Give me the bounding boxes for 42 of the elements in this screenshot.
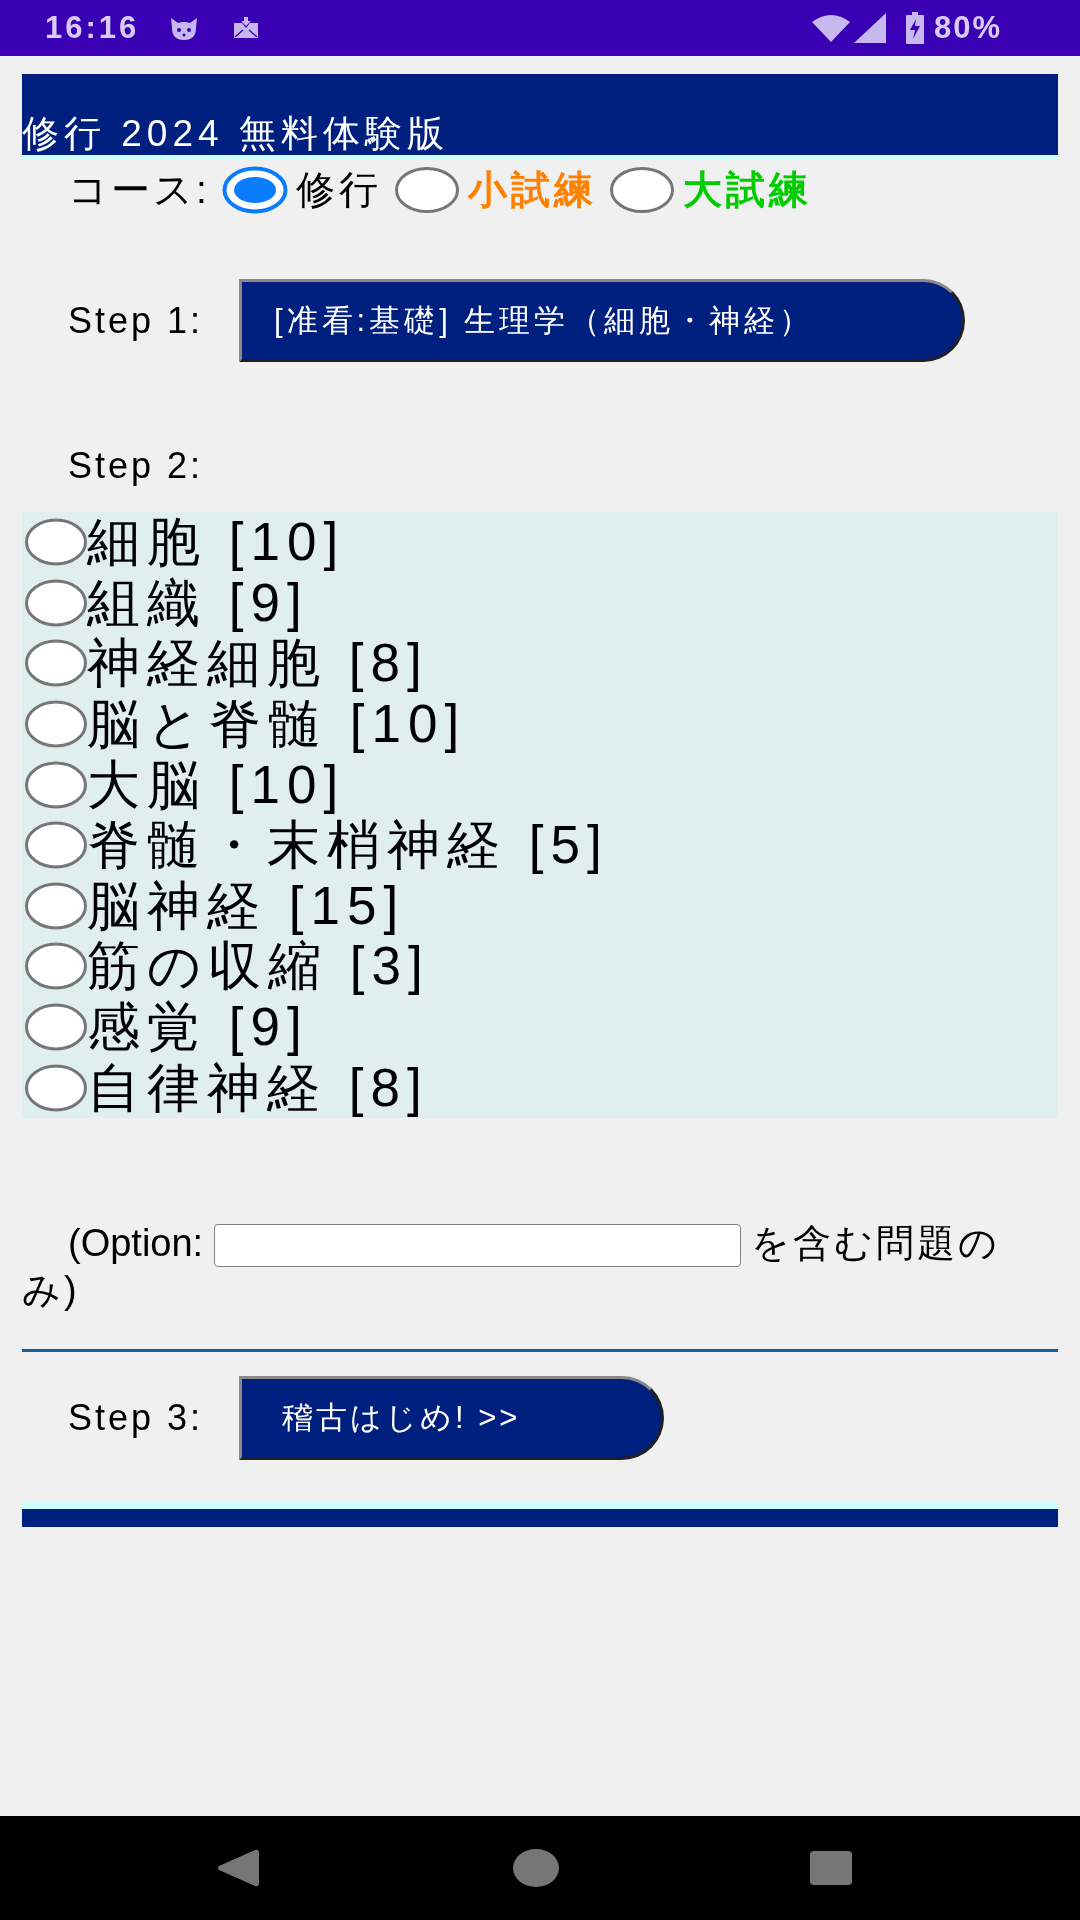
radio-button[interactable]: [25, 700, 87, 749]
topic-label[interactable]: 脳と脊髄 [10]: [87, 694, 467, 755]
radio-button[interactable]: [221, 166, 288, 214]
topic-label[interactable]: 組織 [9]: [87, 572, 309, 633]
radio-button[interactable]: [25, 1063, 87, 1112]
step-label: Step 3:: [68, 1397, 205, 1440]
wifi-icon: [811, 14, 850, 42]
option-sentence: (Option: を含む問題のみ): [22, 1220, 1002, 1314]
radio-button[interactable]: [608, 166, 675, 214]
home-icon[interactable]: [513, 1849, 559, 1887]
course-select-button[interactable]: [准看:基礎] 生理学（細胞・神経）: [239, 279, 965, 362]
radio-button[interactable]: [25, 760, 87, 809]
radio-button[interactable]: [25, 1003, 87, 1052]
topic-label[interactable]: 細胞 [10]: [87, 512, 346, 573]
radio-button[interactable]: [25, 639, 87, 688]
back-icon[interactable]: [217, 1849, 259, 1887]
signal-icon: [853, 13, 886, 43]
app-title: 修行 2024 無料体験版: [22, 113, 449, 155]
cat-face-icon: [169, 15, 200, 41]
mail-icon: [233, 17, 260, 39]
course-label: コース:: [68, 167, 210, 213]
step-label: Step 2:: [68, 445, 205, 487]
battery-charging-icon: [905, 12, 924, 44]
radio-button[interactable]: [25, 942, 87, 991]
topic-label[interactable]: 筋の収縮 [3]: [87, 936, 430, 997]
radio-button[interactable]: [25, 821, 87, 870]
radio-button[interactable]: [25, 578, 87, 627]
topic-label[interactable]: 自律神経 [8]: [87, 1057, 429, 1118]
battery-percent: 80%: [933, 10, 1002, 46]
keyword-input[interactable]: [213, 1224, 741, 1268]
status-time: 16:16: [45, 10, 140, 46]
topic-label[interactable]: 感覚 [9]: [87, 997, 309, 1058]
radio-button[interactable]: [393, 166, 460, 214]
start-button[interactable]: 稽古はじめ! >>: [239, 1376, 664, 1461]
radio-button[interactable]: [25, 518, 87, 567]
step-label: Step 1:: [68, 299, 205, 342]
radio-button[interactable]: [25, 881, 87, 930]
course-option-label[interactable]: 修行: [295, 163, 382, 217]
topic-label[interactable]: 神経細胞 [8]: [87, 633, 429, 694]
topic-label[interactable]: 大脳 [10]: [87, 754, 346, 815]
topic-label[interactable]: 脊髄・末梢神経 [5]: [87, 815, 609, 876]
topic-label[interactable]: 脳神経 [15]: [87, 875, 406, 936]
